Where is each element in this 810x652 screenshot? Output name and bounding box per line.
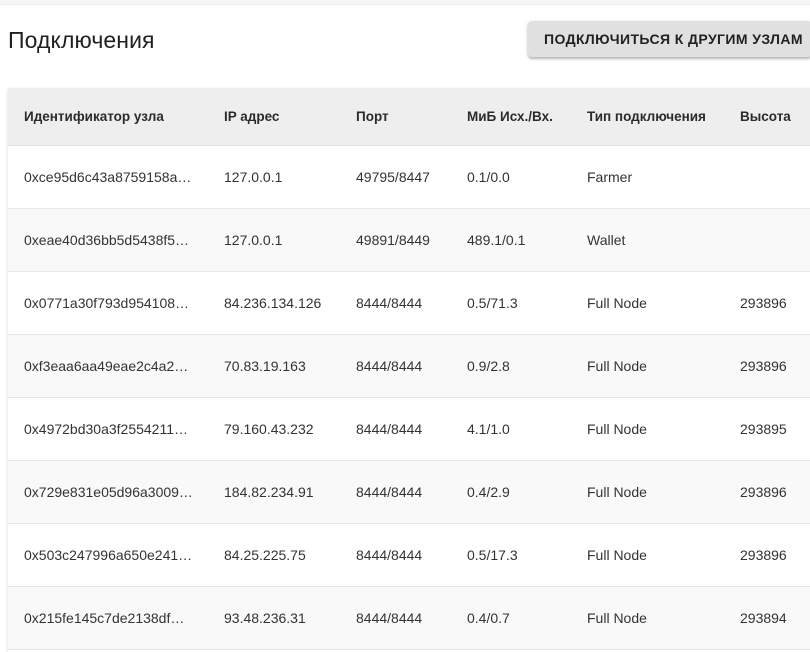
cell-mib: 489.1/0.1 [451,208,571,272]
table-row: 0x0771a30f793d954108… 84.236.134.126 844… [8,271,810,335]
connections-table-container: Идентификатор узла IP адрес Порт МиБ Исх… [8,88,810,652]
cell-mib: 0.4/2.9 [451,460,571,524]
cell-height: 293896 [724,334,810,398]
connections-page: Подключения ПОДКЛЮЧИТЬСЯ К ДРУГИМ УЗЛАМ … [0,0,810,652]
cell-connection-type: Wallet [571,208,724,272]
cell-connection-type: Farmer [571,145,724,209]
cell-node-id: 0x4972bd30a3f2554211… [8,397,208,461]
cell-node-id: 0x0771a30f793d954108… [8,271,208,335]
cell-node-id: 0x503c247996a650e241… [8,523,208,587]
cell-connection-type: Full Node [571,397,724,461]
table-row: 0x215fe145c7de2138df… 93.48.236.31 8444/… [8,586,810,650]
table-row: 0x4972bd30a3f2554211… 79.160.43.232 8444… [8,397,810,461]
cell-mib: 4.1/1.0 [451,397,571,461]
cell-height: 293894 [724,586,810,650]
cell-connection-type: Full Node [571,586,724,650]
cell-node-id: 0x729e831e05d96a3009… [8,460,208,524]
cell-ip-address: 84.236.134.126 [208,271,340,335]
table-header: Идентификатор узла IP адрес Порт МиБ Исх… [8,88,810,146]
table-header-row: Идентификатор узла IP адрес Порт МиБ Исх… [8,88,810,146]
cell-ip-address: 79.160.43.232 [208,397,340,461]
table-row: 0xf3eaa6aa49eae2c4a2… 70.83.19.163 8444/… [8,334,810,398]
cell-height: 293896 [724,460,810,524]
header-port: Порт [340,88,451,146]
cell-height: 293895 [724,397,810,461]
cell-ip-address: 127.0.0.1 [208,208,340,272]
cell-ip-address: 93.48.236.31 [208,586,340,650]
cell-mib: 0.5/71.3 [451,271,571,335]
cell-port: 8444/8444 [340,460,451,524]
cell-node-id: 0xeae40d36bb5d5438f5… [8,208,208,272]
cell-mib: 0.9/2.8 [451,334,571,398]
cell-mib: 0.1/0.0 [451,145,571,209]
cell-ip-address: 70.83.19.163 [208,334,340,398]
cell-ip-address: 127.0.0.1 [208,145,340,209]
cell-port: 8444/8444 [340,271,451,335]
cell-port: 49795/8447 [340,145,451,209]
cell-connection-type: Full Node [571,334,724,398]
header-connection-type: Тип подключения [571,88,724,146]
cell-port: 8444/8444 [340,334,451,398]
table-body: 0xce95d6c43a8759158a… 127.0.0.1 49795/84… [8,145,810,650]
connections-table: Идентификатор узла IP адрес Порт МиБ Исх… [8,88,810,650]
connect-to-other-peers-button[interactable]: ПОДКЛЮЧИТЬСЯ К ДРУГИМ УЗЛАМ [528,21,810,57]
cell-port: 8444/8444 [340,586,451,650]
table-row: 0xce95d6c43a8759158a… 127.0.0.1 49795/84… [8,145,810,209]
cell-port: 49891/8449 [340,208,451,272]
cell-ip-address: 184.82.234.91 [208,460,340,524]
cell-connection-type: Full Node [571,460,724,524]
cell-node-id: 0x215fe145c7de2138df… [8,586,208,650]
header-ip-address: IP адрес [208,88,340,146]
cell-height: 293896 [724,523,810,587]
cell-node-id: 0xce95d6c43a8759158a… [8,145,208,209]
top-strip [0,0,810,5]
table-row: 0xeae40d36bb5d5438f5… 127.0.0.1 49891/84… [8,208,810,272]
cell-node-id: 0xf3eaa6aa49eae2c4a2… [8,334,208,398]
table-row: 0x503c247996a650e241… 84.25.225.75 8444/… [8,523,810,587]
cell-connection-type: Full Node [571,271,724,335]
page-title: Подключения [8,27,155,53]
header-mib-up-down: МиБ Исх./Вх. [451,88,571,146]
header-node-id: Идентификатор узла [8,88,208,146]
header-height: Высота [724,88,810,146]
cell-ip-address: 84.25.225.75 [208,523,340,587]
cell-mib: 0.5/17.3 [451,523,571,587]
cell-connection-type: Full Node [571,523,724,587]
cell-port: 8444/8444 [340,523,451,587]
cell-mib: 0.4/0.7 [451,586,571,650]
cell-port: 8444/8444 [340,397,451,461]
cell-height: 293896 [724,271,810,335]
cell-height [724,208,810,272]
table-row: 0x729e831e05d96a3009… 184.82.234.91 8444… [8,460,810,524]
cell-height [724,145,810,209]
